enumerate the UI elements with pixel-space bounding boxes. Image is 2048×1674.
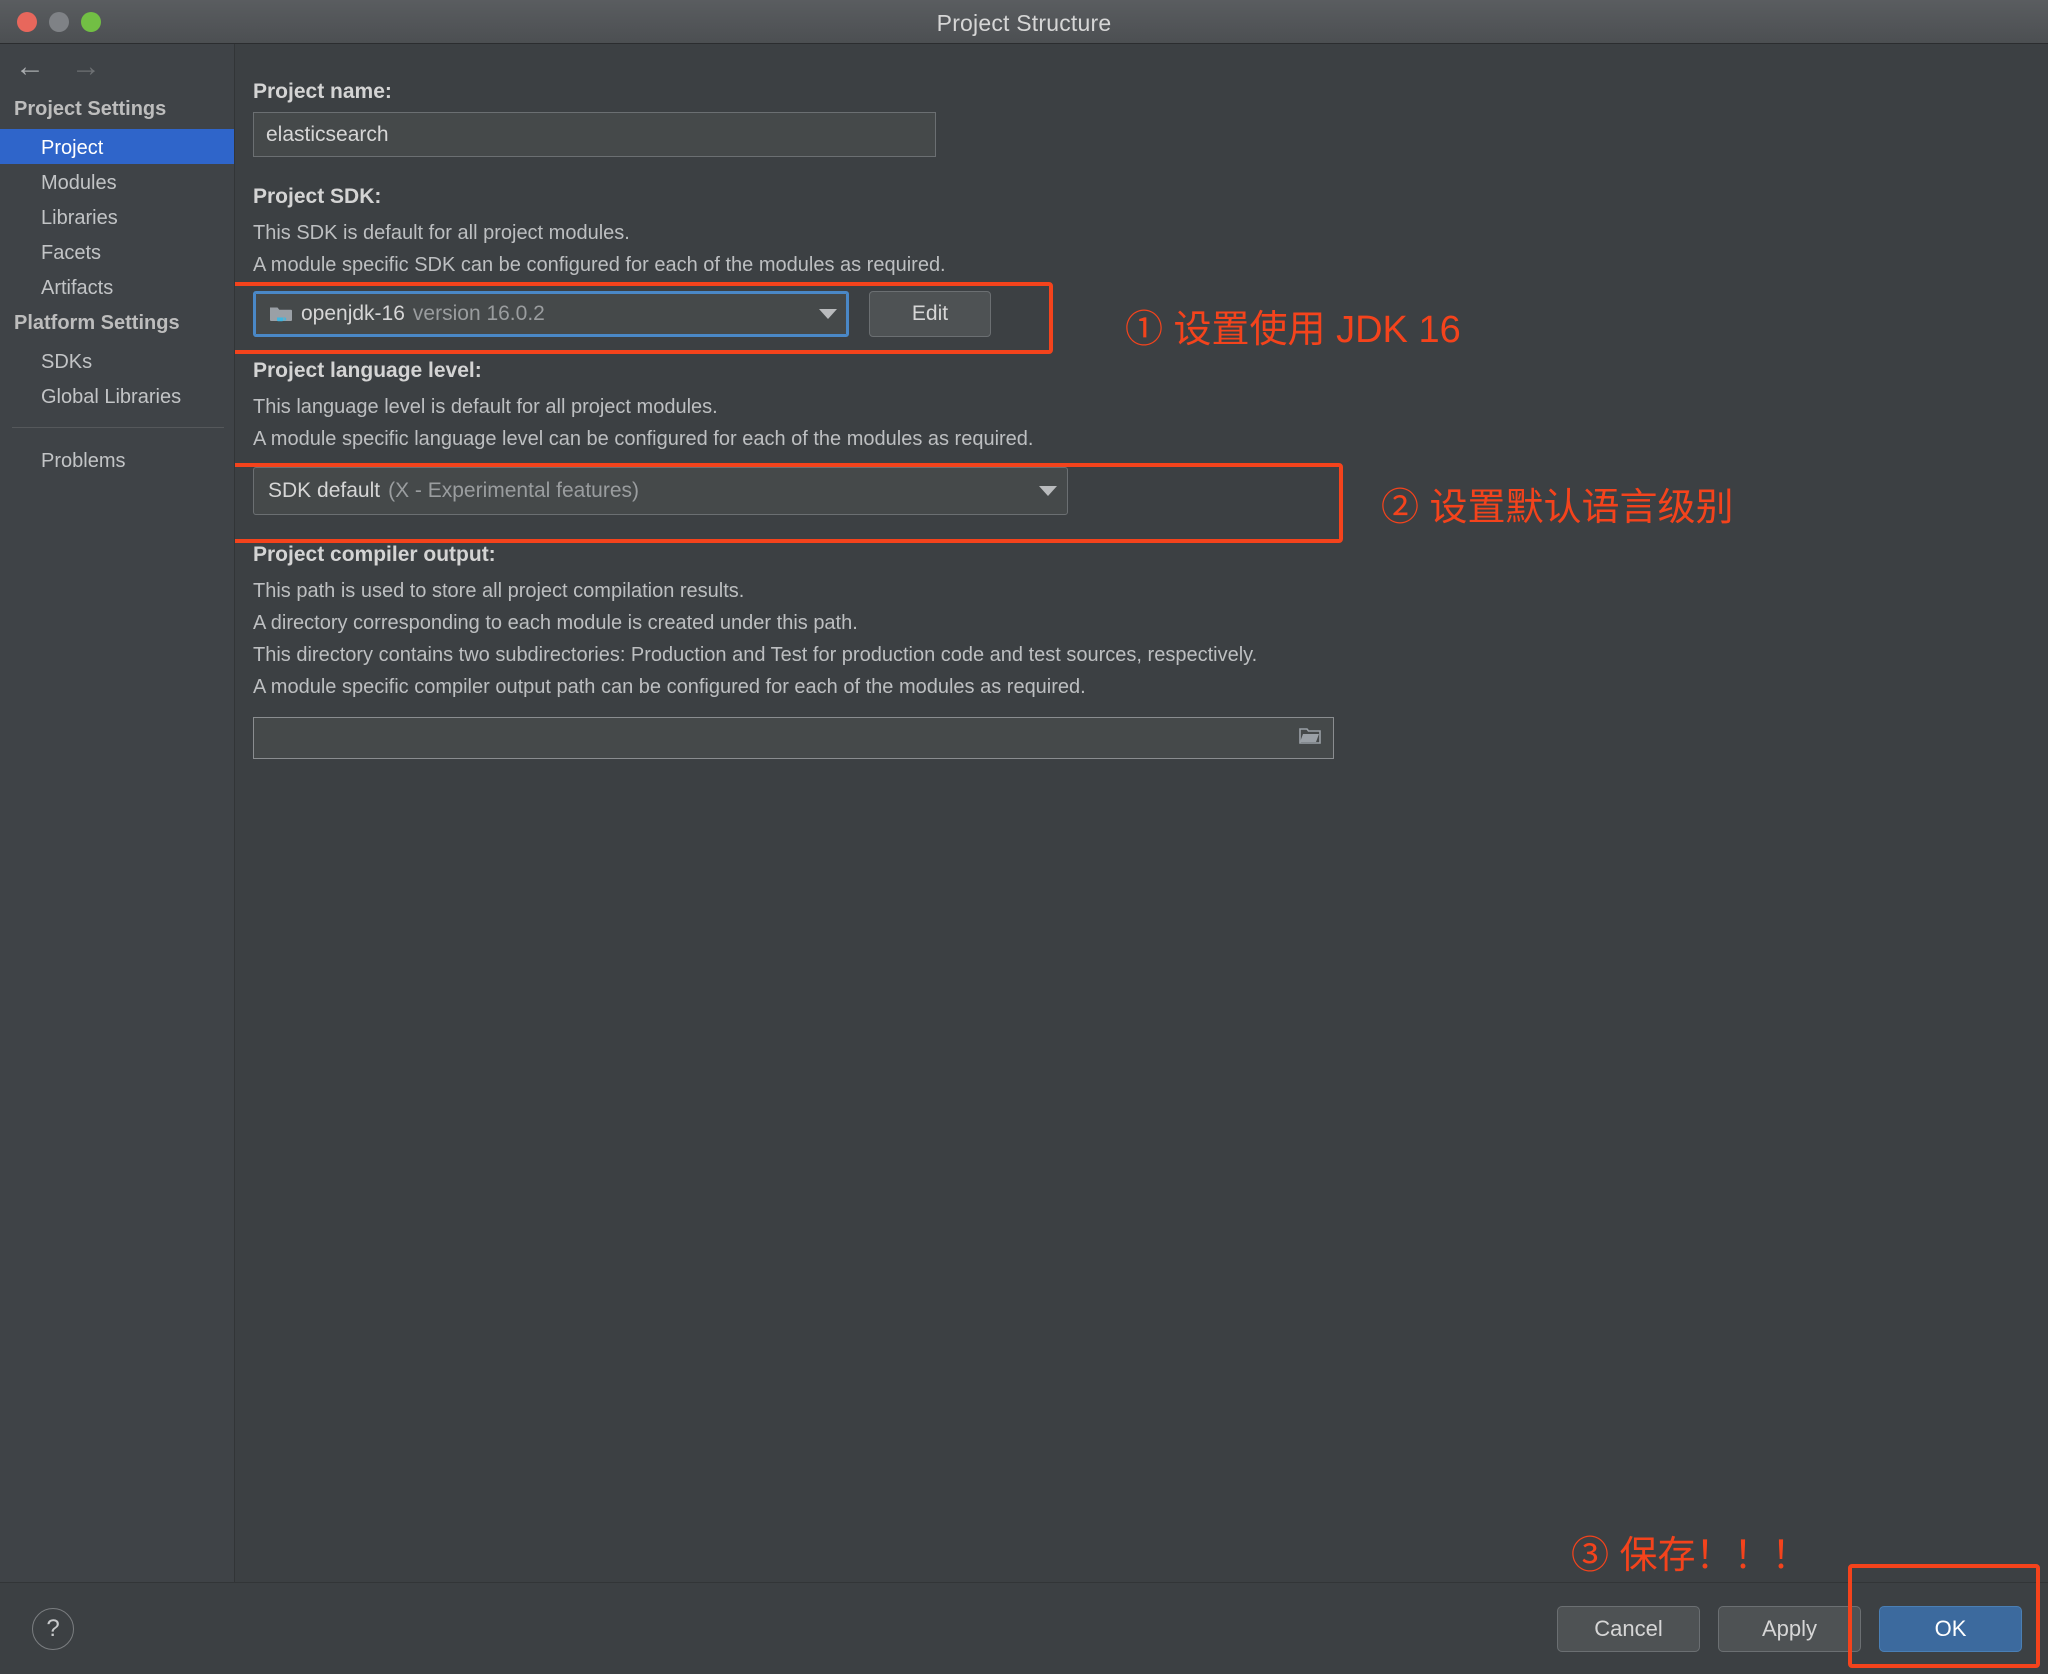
language-level-dropdown[interactable]: SDK default (X - Experimental features) <box>253 467 1068 515</box>
chevron-down-icon <box>1039 486 1057 496</box>
compiler-output-input[interactable] <box>253 717 1334 759</box>
window-title: Project Structure <box>936 10 1112 36</box>
sidebar-item-facets[interactable]: Facets <box>0 234 234 269</box>
sidebar-item-modules[interactable]: Modules <box>0 164 234 199</box>
project-structure-dialog: Project Structure ← → Project Settings P… <box>0 0 2048 1674</box>
language-level-detail: (X - Experimental features) <box>388 479 640 502</box>
sidebar-item-libraries[interactable]: Libraries <box>0 199 234 234</box>
chevron-down-icon <box>819 309 837 319</box>
settings-sidebar: ← → Project Settings Project Modules Lib… <box>0 44 235 1582</box>
cancel-button[interactable]: Cancel <box>1557 1605 1700 1652</box>
edit-sdk-button[interactable]: Edit <box>869 291 991 337</box>
sidebar-group-platform-settings: Platform Settings <box>14 312 180 334</box>
sidebar-item-artifacts[interactable]: Artifacts <box>0 269 234 304</box>
sidebar-navigation: ← → <box>0 44 234 90</box>
annotation-2-language-level: ② 设置默认语言级别 <box>1381 487 1734 529</box>
jdk-folder-icon <box>269 304 293 324</box>
language-level-desc-2: A module specific language level can be … <box>253 428 1034 450</box>
apply-button[interactable]: Apply <box>1718 1605 1861 1652</box>
project-settings-pane: Project name: elasticsearch Project SDK:… <box>235 44 2048 1582</box>
help-button[interactable]: ? <box>32 1607 74 1650</box>
language-level-name: SDK default <box>268 479 381 502</box>
project-sdk-dropdown[interactable]: openjdk-16 version 16.0.2 <box>253 291 849 337</box>
compiler-output-desc-1: This path is used to store all project c… <box>253 580 745 602</box>
ok-button[interactable]: OK <box>1879 1605 2022 1652</box>
project-name-label: Project name: <box>253 80 392 103</box>
compiler-output-desc-2: A directory corresponding to each module… <box>253 612 858 634</box>
sidebar-item-project[interactable]: Project <box>0 129 234 164</box>
language-level-value: SDK default (X - Experimental features) <box>268 479 1031 503</box>
language-level-desc-1: This language level is default for all p… <box>253 396 718 418</box>
annotation-1-set-jdk: ① 设置使用 JDK 16 <box>1125 309 1461 351</box>
project-sdk-name: openjdk-16 <box>301 302 405 325</box>
back-arrow-icon[interactable]: ← <box>12 52 48 82</box>
forward-arrow-icon[interactable]: → <box>68 52 104 82</box>
sidebar-group-project-settings: Project Settings <box>14 98 167 120</box>
language-level-label: Project language level: <box>253 359 482 382</box>
project-sdk-desc-1: This SDK is default for all project modu… <box>253 222 630 244</box>
project-sdk-version: version 16.0.2 <box>412 302 545 325</box>
project-name-value: elasticsearch <box>266 122 389 146</box>
project-sdk-label: Project SDK: <box>253 185 382 208</box>
compiler-output-desc-3: This directory contains two subdirectori… <box>253 644 1258 666</box>
sidebar-item-problems[interactable]: Problems <box>0 442 234 477</box>
project-name-input[interactable]: elasticsearch <box>253 112 936 157</box>
project-sdk-value: openjdk-16 version 16.0.2 <box>269 302 811 326</box>
compiler-output-label: Project compiler output: <box>253 543 496 566</box>
sidebar-item-global-libraries[interactable]: Global Libraries <box>0 378 234 413</box>
dialog-footer: ? Cancel Apply OK <box>0 1582 2048 1674</box>
project-sdk-desc-2: A module specific SDK can be configured … <box>253 254 946 276</box>
sidebar-item-sdks[interactable]: SDKs <box>0 343 234 378</box>
dialog-action-buttons: Cancel Apply OK <box>1557 1605 2022 1652</box>
dialog-body: ← → Project Settings Project Modules Lib… <box>0 44 2048 1582</box>
window-titlebar: Project Structure <box>0 0 2048 44</box>
compiler-output-desc-4: A module specific compiler output path c… <box>253 676 1086 698</box>
sidebar-divider <box>12 427 224 428</box>
browse-folder-icon[interactable] <box>1299 727 1321 750</box>
annotation-3-save: ③ 保存！！！ <box>1571 1535 1810 1577</box>
